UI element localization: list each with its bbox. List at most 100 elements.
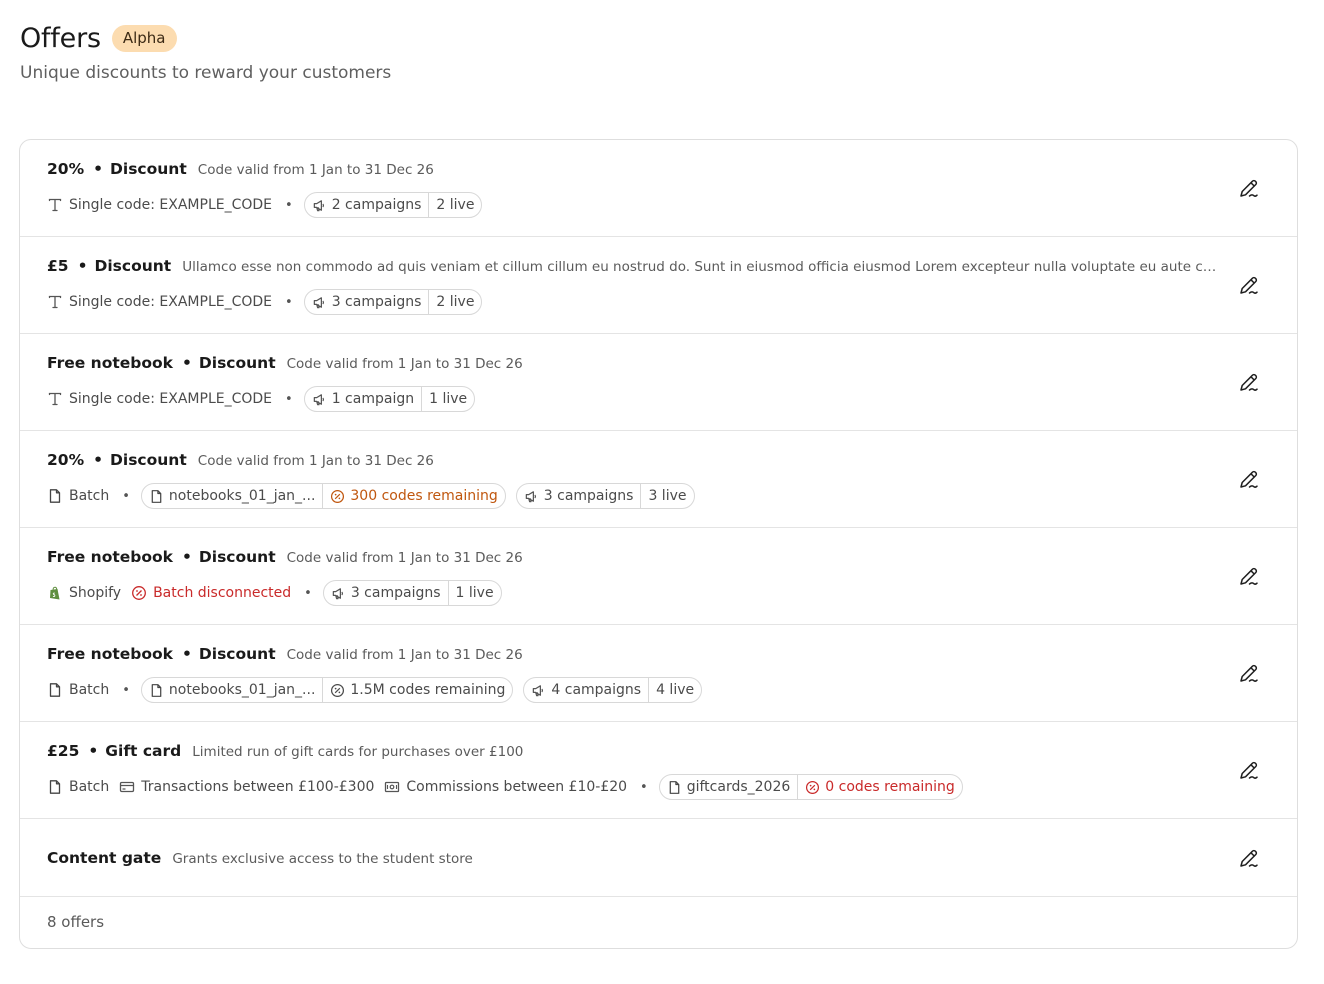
source-label: Batch — [69, 779, 110, 795]
batch-file-pill[interactable]: giftcards_2026 0 codes remaining — [658, 774, 963, 800]
live-count: 1 live — [447, 581, 501, 605]
offer-row[interactable]: Content gate Grants exclusive access to … — [20, 819, 1297, 897]
file-icon — [149, 683, 164, 698]
megaphone-icon — [531, 683, 546, 698]
edit-offer-button[interactable] — [1237, 846, 1261, 870]
batch-file-name: notebooks_01_jan_... — [168, 682, 316, 698]
edit-offer-button[interactable] — [1237, 273, 1261, 297]
separator-dot: • — [640, 779, 648, 795]
edit-offer-button[interactable] — [1237, 370, 1261, 394]
pen-edit-icon — [1237, 176, 1261, 200]
file-icon — [149, 489, 164, 504]
offer-type: Discount — [93, 451, 187, 469]
pen-edit-icon — [1237, 467, 1261, 491]
pen-edit-icon — [1237, 370, 1261, 394]
offers-list: 20% Discount Code valid from 1 Jan to 31… — [19, 139, 1298, 949]
transactions-label: Transactions between £100-£300 — [141, 779, 375, 795]
campaigns-count: 3 campaigns — [331, 294, 422, 310]
campaigns-count: 3 campaigns — [543, 488, 634, 504]
campaigns-pill[interactable]: 4 campaigns 4 live — [523, 677, 703, 703]
file-icon — [47, 779, 63, 795]
text-type-icon — [47, 391, 63, 407]
banknote-icon — [384, 779, 400, 795]
offer-type: Discount — [182, 354, 276, 372]
batch-file-name: notebooks_01_jan_... — [168, 488, 316, 504]
text-type-icon — [47, 197, 63, 213]
offer-row[interactable]: 20% Discount Code valid from 1 Jan to 31… — [20, 431, 1297, 528]
offer-row[interactable]: Free notebook Discount Code valid from 1… — [20, 334, 1297, 431]
offer-row[interactable]: £25 Gift card Limited run of gift cards … — [20, 722, 1297, 819]
code-label: Single code: EXAMPLE_CODE — [69, 391, 273, 407]
source-meta: Batch — [47, 682, 109, 698]
edit-offer-button[interactable] — [1237, 176, 1261, 200]
offer-value: Content gate — [47, 849, 162, 867]
offer-row[interactable]: Free notebook Discount Code valid from 1… — [20, 528, 1297, 625]
source-meta: Batch — [47, 488, 109, 504]
source-meta: Batch — [47, 779, 109, 795]
offer-value: Free notebook — [47, 645, 173, 663]
batch-file-pill[interactable]: notebooks_01_jan_... 1.5M codes remaining — [140, 677, 514, 703]
offer-row[interactable]: 20% Discount Code valid from 1 Jan to 31… — [20, 140, 1297, 237]
offer-type: Discount — [182, 548, 276, 566]
batch-file-pill[interactable]: notebooks_01_jan_... 300 codes remaining — [140, 483, 506, 509]
offer-description: Grants exclusive access to the student s… — [172, 851, 473, 867]
batch-status-label: Batch disconnected — [153, 585, 292, 601]
page-subtitle: Unique discounts to reward your customer… — [20, 63, 392, 83]
separator-dot: • — [285, 197, 293, 213]
code-label: Single code: EXAMPLE_CODE — [69, 197, 273, 213]
megaphone-icon — [312, 198, 327, 213]
batch-status: Batch disconnected — [131, 585, 291, 601]
pen-edit-icon — [1237, 661, 1261, 685]
batch-file-name: giftcards_2026 — [686, 779, 791, 795]
edit-offer-button[interactable] — [1237, 467, 1261, 491]
campaigns-pill[interactable]: 3 campaigns 1 live — [322, 580, 502, 606]
pen-edit-icon — [1237, 564, 1261, 588]
commissions-label: Commissions between £10-£20 — [406, 779, 628, 795]
page-header: Offers Alpha Unique discounts to reward … — [20, 18, 392, 84]
campaigns-pill[interactable]: 1 campaign 1 live — [303, 386, 476, 412]
megaphone-icon — [312, 295, 327, 310]
campaigns-pill[interactable]: 3 campaigns 3 live — [515, 483, 695, 509]
campaigns-count: 3 campaigns — [350, 585, 441, 601]
campaigns-pill[interactable]: 3 campaigns 2 live — [303, 289, 483, 315]
separator-dot: • — [285, 294, 293, 310]
campaigns-count: 1 campaign — [331, 391, 415, 407]
campaigns-pill[interactable]: 2 campaigns 2 live — [303, 192, 483, 218]
live-count: 4 live — [648, 678, 701, 702]
offer-value: Free notebook — [47, 354, 173, 372]
offer-type: Discount — [78, 257, 172, 275]
offer-description: Code valid from 1 Jan to 31 Dec 26 — [197, 453, 434, 469]
percent-badge-icon — [131, 585, 147, 601]
offer-description: Code valid from 1 Jan to 31 Dec 26 — [197, 162, 434, 178]
megaphone-icon — [312, 392, 327, 407]
campaigns-count: 2 campaigns — [331, 197, 422, 213]
text-type-icon — [47, 294, 63, 310]
pen-edit-icon — [1237, 273, 1261, 297]
code-label: Single code: EXAMPLE_CODE — [69, 294, 273, 310]
codes-remaining: 300 codes remaining — [350, 488, 498, 504]
file-icon — [47, 488, 63, 504]
edit-offer-button[interactable] — [1237, 564, 1261, 588]
source-meta: Shopify — [47, 585, 121, 601]
offer-description: Code valid from 1 Jan to 31 Dec 26 — [286, 647, 523, 663]
separator-dot: • — [122, 682, 130, 698]
offer-value: £5 — [47, 257, 69, 275]
transactions-meta: Transactions between £100-£300 — [119, 779, 374, 795]
offer-value: 20% — [47, 160, 85, 178]
separator-dot: • — [304, 585, 312, 601]
code-meta: Single code: EXAMPLE_CODE — [47, 294, 272, 310]
source-label: Shopify — [69, 585, 122, 601]
credit-card-icon — [119, 779, 135, 795]
page-title: Offers — [20, 22, 101, 54]
pen-edit-icon — [1237, 846, 1261, 870]
megaphone-icon — [524, 489, 539, 504]
offer-description: Limited run of gift cards for purchases … — [192, 744, 524, 760]
offer-row[interactable]: £5 Discount Ullamco esse non commodo ad … — [20, 237, 1297, 334]
source-label: Batch — [69, 488, 110, 504]
offer-value: Free notebook — [47, 548, 173, 566]
codes-remaining: 1.5M codes remaining — [350, 682, 506, 698]
offer-value: 20% — [47, 451, 85, 469]
edit-offer-button[interactable] — [1237, 758, 1261, 782]
offer-row[interactable]: Free notebook Discount Code valid from 1… — [20, 625, 1297, 722]
edit-offer-button[interactable] — [1237, 661, 1261, 685]
